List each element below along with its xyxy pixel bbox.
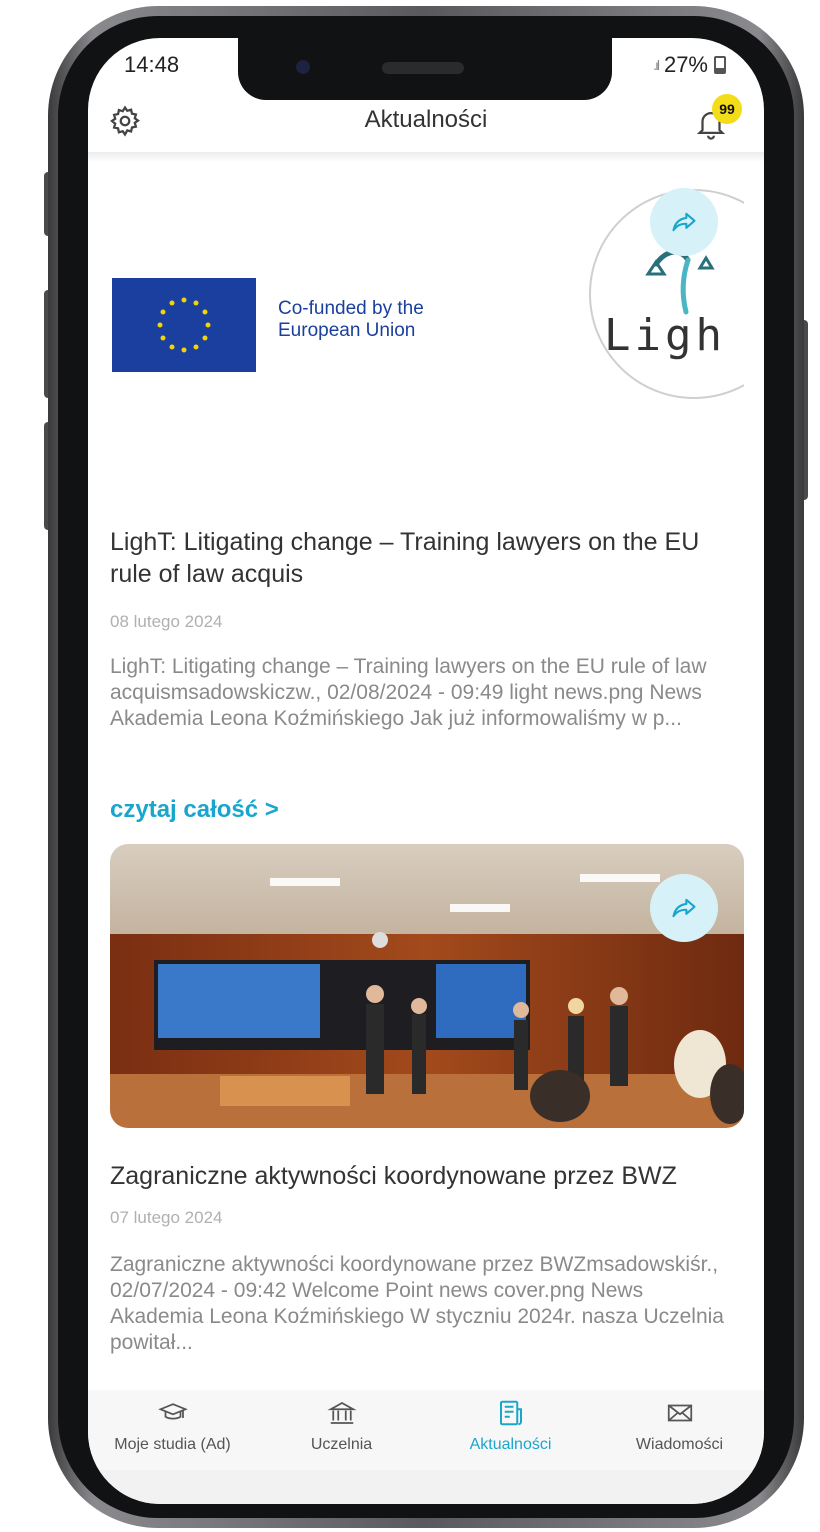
speaker (382, 62, 464, 74)
nav-label: Uczelnia (310, 1436, 373, 1453)
graduation-cap-icon (157, 1403, 188, 1420)
article-title[interactable]: Zagraniczne aktywności koordynowane prze… (110, 1160, 730, 1192)
classroom-photo (110, 844, 744, 1128)
nav-label: Wiadomości (635, 1436, 724, 1453)
news-feed[interactable]: Co-funded by the European Union Ligh Lig… (88, 162, 764, 1390)
eu-flag-icon (112, 278, 256, 372)
envelope-icon (667, 1404, 692, 1422)
share-icon (672, 898, 696, 918)
app-header: Aktualności 99 (88, 94, 764, 152)
share-button[interactable] (650, 188, 718, 256)
article-date: 07 lutego 2024 (110, 1208, 223, 1227)
system-nav-bar (88, 1470, 764, 1504)
battery-icon (714, 56, 726, 74)
phone-screen: 14:48 .ıl 27% Aktualności 99 Co-funded b… (88, 38, 764, 1504)
header-divider (88, 152, 764, 162)
nav-item-wiadomosci[interactable]: Wiadomości (595, 1390, 764, 1470)
article-image[interactable]: Co-funded by the European Union Ligh (110, 188, 744, 438)
signal-icon: .ıl (653, 57, 660, 73)
bottom-nav: Moje studia (Ad) Uczelnia Aktualności Wi… (88, 1390, 764, 1470)
article-title[interactable]: LighT: Litigating change – Training lawy… (110, 526, 730, 590)
share-button[interactable] (650, 874, 718, 942)
article-image[interactable] (110, 844, 744, 1128)
battery-percent: 27% (663, 52, 708, 77)
article-excerpt: Zagraniczne aktywności koordynowane prze… (110, 1253, 724, 1354)
read-more-link[interactable]: czytaj całość > (110, 796, 279, 824)
status-time: 14:48 (124, 52, 180, 77)
nav-item-uczelnia[interactable]: Uczelnia (257, 1390, 426, 1470)
camera (296, 60, 310, 74)
nav-label: Aktualności (469, 1436, 552, 1453)
university-icon (326, 1401, 357, 1424)
eu-text-line-2: European Union (278, 320, 416, 341)
news-icon (499, 1400, 522, 1426)
notch (238, 38, 612, 100)
article-excerpt: LighT: Litigating change – Training lawy… (110, 655, 707, 730)
notification-badge[interactable]: 99 (712, 94, 742, 124)
nav-item-aktualnosci[interactable]: Aktualności (426, 1390, 595, 1470)
nav-item-moje-studia[interactable]: Moje studia (Ad) (88, 1390, 257, 1470)
article-date: 08 lutego 2024 (110, 612, 223, 631)
page-title: Aktualności (364, 106, 488, 133)
status-indicators: .ıl 27% (653, 52, 726, 78)
share-icon (672, 212, 696, 232)
eu-text-line-1: Co-funded by the (278, 298, 424, 319)
light-logo-text: Ligh (604, 310, 726, 361)
nav-label: Moje studia (Ad) (114, 1436, 231, 1453)
eu-funding-text: Co-funded by the European Union (278, 298, 424, 342)
